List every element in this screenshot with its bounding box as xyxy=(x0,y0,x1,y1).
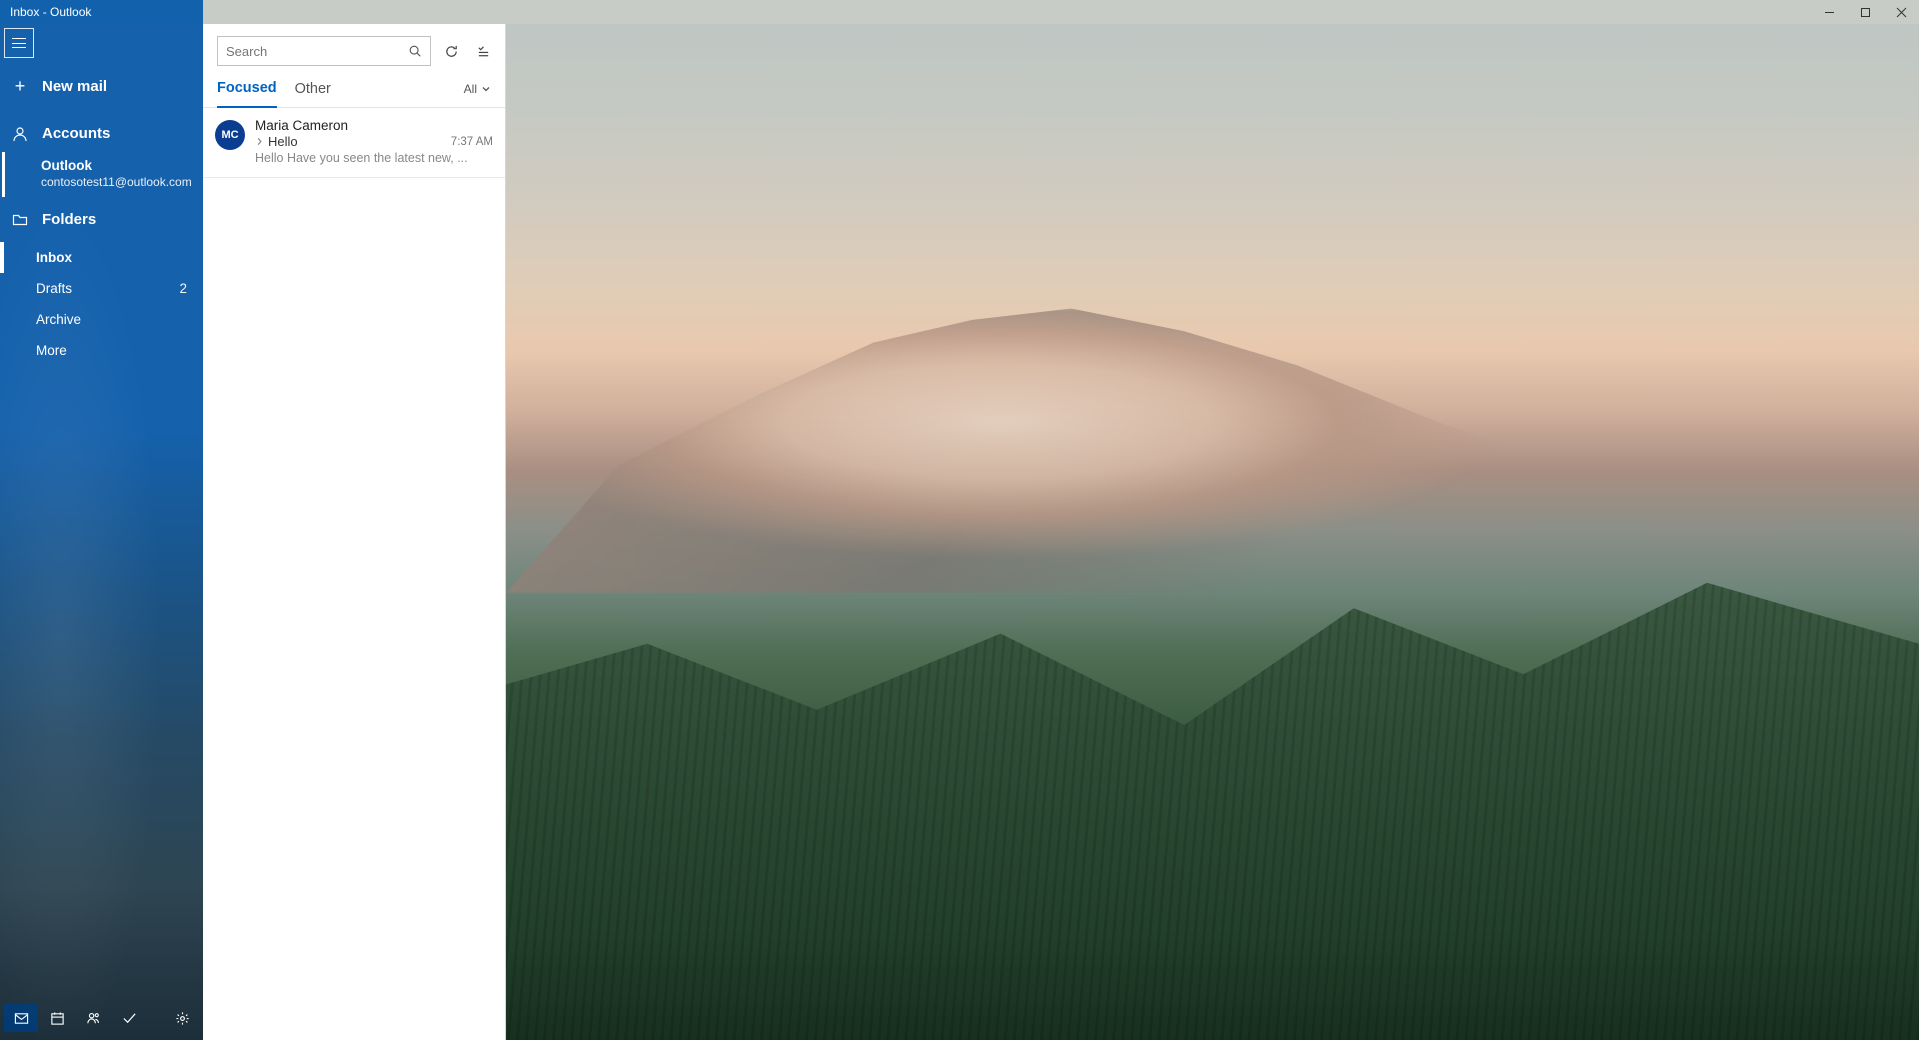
chevron-down-icon xyxy=(481,84,491,94)
folder-inbox[interactable]: Inbox xyxy=(0,242,203,273)
check-icon xyxy=(122,1011,137,1026)
titlebar: Inbox - Outlook xyxy=(0,0,1919,24)
account-name: Outlook xyxy=(41,158,191,173)
message-preview: Hello Have you seen the latest new, ... xyxy=(255,151,493,165)
folder-label: Inbox xyxy=(36,250,72,265)
plus-icon: + xyxy=(12,76,28,97)
refresh-icon xyxy=(444,44,459,59)
message-subject: Hello xyxy=(255,134,298,149)
search-box[interactable] xyxy=(217,36,431,66)
people-app-button[interactable] xyxy=(76,1004,110,1032)
inbox-tabs: Focused Other All xyxy=(203,66,505,108)
folders-label: Folders xyxy=(42,211,96,228)
folders-header[interactable]: Folders xyxy=(0,197,203,238)
folder-label: Drafts xyxy=(36,281,72,296)
chevron-right-icon xyxy=(255,137,264,146)
hamburger-icon xyxy=(12,38,26,48)
sidebar-bottom-bar xyxy=(0,996,203,1040)
reading-pane xyxy=(506,24,1919,1040)
person-icon xyxy=(12,126,28,142)
new-mail-label: New mail xyxy=(42,78,107,95)
account-item[interactable]: Outlook contosotest11@outlook.com xyxy=(2,152,203,197)
filter-dropdown[interactable]: All xyxy=(464,82,491,106)
main: + New mail Accounts Outlook contosotest1… xyxy=(0,24,1919,1040)
account-email: contosotest11@outlook.com xyxy=(41,175,191,189)
folder-list: Inbox Drafts 2 Archive More xyxy=(0,242,203,366)
window-controls xyxy=(1811,0,1919,24)
minimize-button[interactable] xyxy=(1811,0,1847,24)
message-time: 7:37 AM xyxy=(451,136,493,148)
message-list-pane: Focused Other All MC Maria Cameron Hel xyxy=(203,24,506,1040)
mail-icon xyxy=(14,1011,29,1026)
window-title: Inbox - Outlook xyxy=(0,0,203,24)
sidebar: + New mail Accounts Outlook contosotest1… xyxy=(0,24,203,1040)
folder-label: Archive xyxy=(36,312,81,327)
sync-button[interactable] xyxy=(439,39,463,63)
mail-app-button[interactable] xyxy=(4,1004,38,1032)
folder-label: More xyxy=(36,343,67,358)
settings-button[interactable] xyxy=(165,1004,199,1032)
people-icon xyxy=(86,1011,101,1026)
maximize-button[interactable] xyxy=(1847,0,1883,24)
new-mail-button[interactable]: + New mail xyxy=(0,66,203,111)
calendar-app-button[interactable] xyxy=(40,1004,74,1032)
folder-drafts[interactable]: Drafts 2 xyxy=(0,273,203,304)
tab-focused[interactable]: Focused xyxy=(217,80,277,108)
avatar: MC xyxy=(215,120,245,150)
search-icon xyxy=(408,44,422,58)
folder-archive[interactable]: Archive xyxy=(0,304,203,335)
calendar-icon xyxy=(50,1011,65,1026)
message-item[interactable]: MC Maria Cameron Hello 7:37 AM Hello Hav… xyxy=(203,108,505,178)
folder-icon xyxy=(12,212,28,228)
close-button[interactable] xyxy=(1883,0,1919,24)
gear-icon xyxy=(175,1011,190,1026)
accounts-label: Accounts xyxy=(42,125,110,142)
todo-app-button[interactable] xyxy=(112,1004,146,1032)
folder-count: 2 xyxy=(179,281,187,296)
message-body: Maria Cameron Hello 7:37 AM Hello Have y… xyxy=(255,118,493,165)
selection-icon xyxy=(476,44,491,59)
hamburger-button[interactable] xyxy=(4,28,34,58)
filter-label: All xyxy=(464,82,477,96)
tab-other[interactable]: Other xyxy=(295,81,331,107)
select-mode-button[interactable] xyxy=(471,39,495,63)
message-from: Maria Cameron xyxy=(255,118,493,133)
folder-more[interactable]: More xyxy=(0,335,203,366)
accounts-header[interactable]: Accounts xyxy=(0,111,203,152)
background-mountain xyxy=(506,308,1919,592)
background-forest xyxy=(506,532,1919,1040)
search-input[interactable] xyxy=(226,44,408,59)
